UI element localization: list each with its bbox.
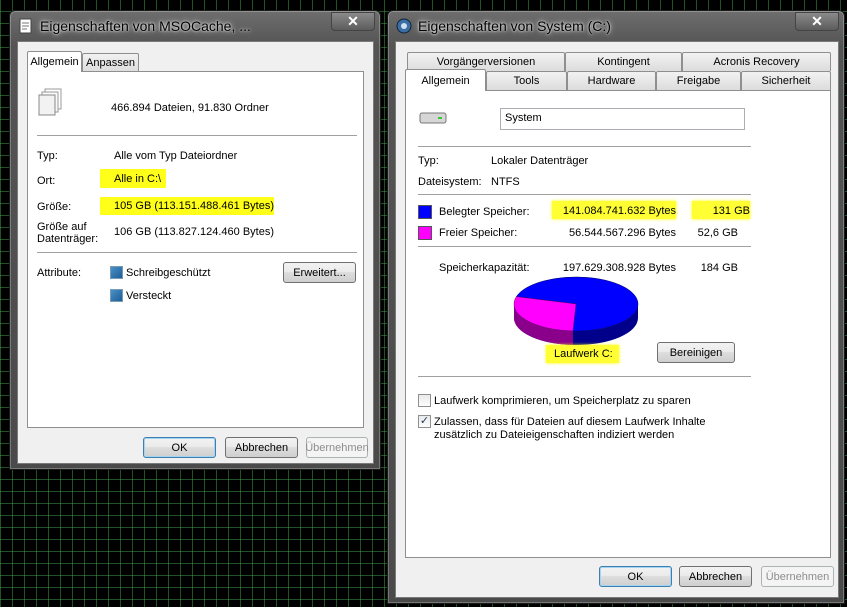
filesystem-label: Dateisystem: [418, 176, 482, 188]
properties-doc-icon [18, 18, 34, 34]
type-label: Typ: [37, 150, 58, 162]
right-titlebar[interactable]: Eigenschaften von System (C:) [388, 11, 844, 41]
free-space-swatch [418, 226, 432, 240]
index-label-line2: zusätzlich zu Dateieigenschaften indizie… [434, 429, 675, 441]
size-label: Größe: [37, 201, 72, 213]
compress-checkbox[interactable] [418, 394, 431, 407]
left-tab-panel: 466.894 Dateien, 91.830 Ordner Typ: Alle… [27, 71, 364, 428]
used-space-swatch [418, 205, 432, 219]
right-properties-window: Eigenschaften von System (C:) ✕ Vorgänge… [387, 10, 845, 604]
advanced-button[interactable]: Erweitert... [283, 262, 356, 283]
location-value: Alle in C:\ [100, 169, 167, 188]
used-space-gb: 131 GB [692, 201, 750, 219]
type-value: Lokaler Datenträger [491, 155, 589, 167]
left-close-button[interactable]: ✕ [331, 12, 375, 31]
compress-label: Laufwerk komprimieren, um Speicherplatz … [434, 395, 691, 407]
volume-name-input[interactable]: System [500, 108, 745, 130]
ok-button[interactable]: OK [143, 437, 216, 458]
divider [37, 135, 357, 136]
index-label-line1: Zulassen, dass für Dateien auf diesem La… [434, 416, 706, 428]
files-summary: 466.894 Dateien, 91.830 Ordner [111, 102, 269, 114]
attributes-label: Attribute: [37, 267, 82, 279]
files-stack-icon [37, 87, 65, 122]
hidden-label: Versteckt [126, 290, 172, 302]
left-client-area: Allgemein Anpassen 466.894 Dateien, 91.8… [17, 41, 374, 464]
ok-button[interactable]: OK [599, 566, 672, 587]
readonly-checkbox[interactable] [110, 266, 123, 279]
tab-freigabe[interactable]: Freigabe [656, 71, 741, 90]
divider [37, 252, 357, 253]
apply-button[interactable]: Übernehmen [761, 566, 834, 587]
left-properties-window: Eigenschaften von MSOCache, ... ✕ Allgem… [9, 10, 381, 470]
used-space-label: Belegter Speicher: [439, 206, 530, 218]
disk-size-label-line2: Datenträger: [37, 233, 99, 245]
size-value: 105 GB (113.151.488.461 Bytes) [100, 197, 275, 215]
location-label: Ort: [37, 175, 56, 187]
drive-icon [396, 18, 412, 34]
right-client-area: Vorgängerversionen Kontingent Acronis Re… [395, 41, 839, 598]
tab-anpassen[interactable]: Anpassen [82, 53, 139, 72]
checkmark-icon: ✓ [419, 415, 430, 427]
right-window-title: Eigenschaften von System (C:) [418, 18, 611, 34]
drive-large-icon [418, 103, 448, 134]
type-value: Alle vom Typ Dateiordner [114, 150, 238, 162]
divider [418, 194, 751, 195]
right-tab-panel: System Typ: Lokaler Datenträger Dateisys… [405, 90, 831, 558]
left-window-title: Eigenschaften von MSOCache, ... [40, 18, 251, 34]
tab-sicherheit[interactable]: Sicherheit [741, 71, 831, 90]
cancel-button[interactable]: Abbrechen [225, 437, 298, 458]
disk-usage-pie [513, 276, 639, 345]
capacity-bytes: 197.629.308.928 Bytes [562, 262, 676, 274]
type-label: Typ: [418, 155, 439, 167]
tab-acronis-recovery[interactable]: Acronis Recovery [682, 52, 831, 71]
cancel-button[interactable]: Abbrechen [679, 566, 752, 587]
left-titlebar[interactable]: Eigenschaften von MSOCache, ... [10, 11, 380, 41]
free-space-gb: 52,6 GB [697, 227, 738, 239]
tab-hardware[interactable]: Hardware [567, 71, 656, 90]
capacity-gb: 184 GB [700, 262, 738, 274]
divider [418, 146, 751, 147]
disk-size-value: 106 GB (113.827.124.460 Bytes) [114, 226, 275, 238]
used-space-bytes: 141.084.741.632 Bytes [552, 201, 676, 219]
free-space-label: Freier Speicher: [439, 227, 518, 239]
disk-size-label-line1: Größe auf [37, 221, 87, 233]
apply-button[interactable]: Übernehmen [305, 437, 369, 458]
cleanup-button[interactable]: Bereinigen [657, 342, 735, 363]
index-checkbox[interactable]: ✓ [418, 415, 431, 428]
divider [418, 376, 751, 377]
tab-allgemein[interactable]: Allgemein [405, 69, 486, 91]
filesystem-value: NTFS [491, 176, 520, 188]
divider [418, 246, 751, 247]
tab-kontingent[interactable]: Kontingent [565, 52, 682, 71]
hidden-checkbox[interactable] [110, 289, 123, 302]
drive-label: Laufwerk C: [546, 345, 619, 363]
tab-allgemein[interactable]: Allgemein [27, 51, 82, 72]
free-space-bytes: 56.544.567.296 Bytes [568, 227, 676, 239]
tab-tools[interactable]: Tools [486, 71, 567, 90]
capacity-label: Speicherkapazität: [439, 262, 530, 274]
readonly-label: Schreibgeschützt [126, 267, 211, 279]
right-close-button[interactable]: ✕ [795, 12, 839, 31]
